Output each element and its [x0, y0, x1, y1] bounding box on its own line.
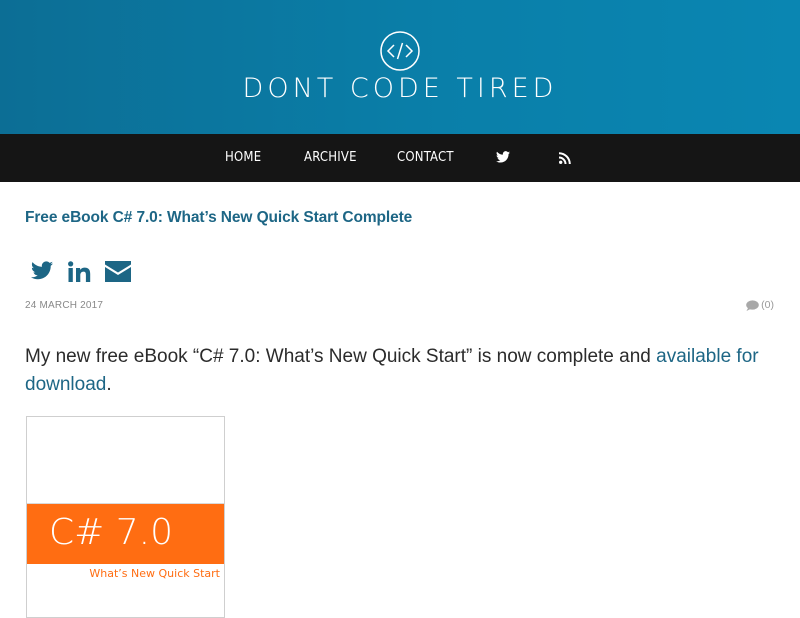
code-icon[interactable] [379, 30, 421, 72]
post-body: My new free eBook “C# 7.0: What’s New Qu… [25, 343, 785, 399]
book-cover-image[interactable]: C# 7.0 What’s New Quick Start [26, 416, 225, 618]
rss-icon[interactable] [559, 152, 571, 164]
share-linkedin-icon[interactable] [68, 261, 91, 285]
post-body-end: . [106, 374, 112, 395]
post-title[interactable]: Free eBook C# 7.0: What’s New Quick Star… [25, 209, 412, 227]
nav-contact[interactable]: CONTACT [397, 134, 454, 182]
comment-icon [746, 299, 759, 311]
nav-home[interactable]: HOME [225, 134, 261, 182]
book-cover-subtitle: What’s New Quick Start [89, 567, 220, 580]
site-header: DONT CODE TIRED [0, 0, 800, 134]
book-cover-title: C# 7.0 [49, 512, 173, 553]
nav-archive[interactable]: ARCHIVE [304, 134, 357, 182]
post-body-text: My new free eBook “C# 7.0: What’s New Qu… [25, 346, 657, 367]
twitter-icon[interactable] [496, 151, 510, 165]
site-title[interactable]: DONT CODE TIRED [0, 73, 800, 104]
main-nav: HOME ARCHIVE CONTACT [0, 134, 800, 182]
comments-count: (0) [761, 299, 774, 311]
share-email-icon[interactable] [105, 261, 131, 285]
post-date: 24 MARCH 2017 [25, 300, 104, 311]
share-twitter-icon[interactable] [31, 261, 53, 285]
comments-link[interactable]: (0) [746, 299, 774, 311]
